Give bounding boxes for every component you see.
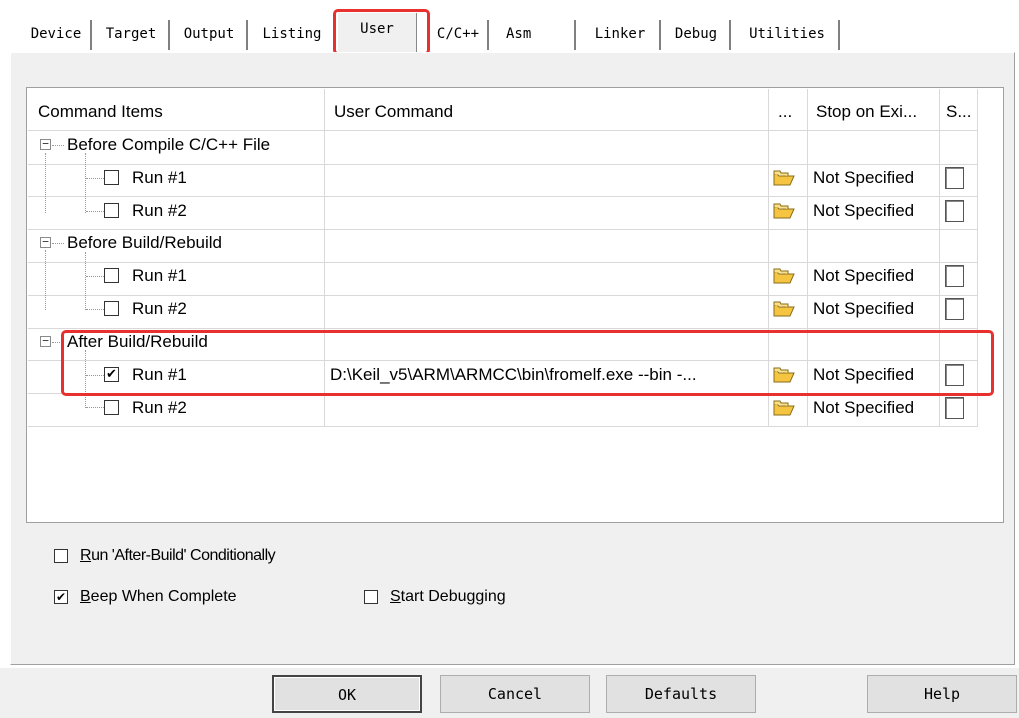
tab-strip: Device Target Output Listing User C/C++ … <box>22 12 1002 54</box>
run-checkbox[interactable]: ✔ <box>104 367 119 382</box>
stop-on-exit-value[interactable]: Not Specified <box>813 398 914 418</box>
group-after-build[interactable]: After Build/Rebuild <box>67 332 208 352</box>
tab-debug[interactable]: Debug <box>663 20 731 50</box>
row-divider <box>28 393 978 394</box>
column-divider <box>768 89 769 427</box>
run-after-build-label[interactable]: Run 'After-Build' Conditionally <box>80 547 276 565</box>
stop-on-exit-value[interactable]: Not Specified <box>813 266 914 286</box>
run-checkbox[interactable] <box>104 268 119 283</box>
run-after-build-text: un 'After-Build' Conditionally <box>91 547 276 564</box>
stop-on-exit-value[interactable]: Not Specified <box>813 365 914 385</box>
run-checkbox[interactable] <box>104 203 119 218</box>
tree-line <box>85 153 86 213</box>
user-command-field[interactable]: D:\Keil_v5\ARM\ARMCC\bin\fromelf.exe --b… <box>330 365 697 385</box>
tree-line <box>86 276 104 277</box>
start-debugging-checkbox[interactable] <box>364 590 378 604</box>
column-divider <box>939 89 940 427</box>
column-divider <box>807 89 808 427</box>
help-button[interactable]: Help <box>867 675 1017 713</box>
tab-output[interactable]: Output <box>172 20 248 50</box>
tab-user[interactable]: User <box>337 12 417 54</box>
defaults-button[interactable]: Defaults <box>606 675 756 713</box>
tab-cpp[interactable]: C/C++ <box>429 20 489 50</box>
tree-line <box>86 375 104 376</box>
group-before-compile[interactable]: Before Compile C/C++ File <box>67 135 270 155</box>
run-label: Run #2 <box>132 201 187 220</box>
run-checkbox[interactable] <box>104 301 119 316</box>
row-divider <box>28 426 978 427</box>
header-stop-on-exit[interactable]: Stop on Exi... <box>816 102 917 122</box>
run-label: Run #1 <box>132 168 187 187</box>
row-divider <box>28 196 978 197</box>
start-debugging-text: tart Debugging <box>400 588 506 605</box>
run-after-build-checkbox[interactable] <box>54 549 68 563</box>
silent-checkbox[interactable] <box>945 265 964 287</box>
row-divider <box>28 262 978 263</box>
tab-device[interactable]: Device <box>22 20 92 50</box>
tree-line <box>85 252 86 310</box>
stop-on-exit-value[interactable]: Not Specified <box>813 299 914 319</box>
beep-text: eep When Complete <box>90 588 237 605</box>
tree-line <box>45 153 46 213</box>
stop-on-exit-value[interactable]: Not Specified <box>813 168 914 188</box>
mnemonic-r: R <box>80 547 92 564</box>
header-user-command[interactable]: User Command <box>334 102 453 122</box>
tree-line <box>86 309 104 310</box>
beep-label[interactable]: Beep When Complete <box>80 588 237 606</box>
tree-line <box>85 350 86 408</box>
browse-folder-icon[interactable] <box>773 202 795 220</box>
collapse-icon[interactable]: − <box>40 236 51 248</box>
collapse-icon[interactable]: − <box>40 335 51 347</box>
tab-linker[interactable]: Linker <box>581 20 661 50</box>
tab-asm[interactable]: Asm <box>494 20 576 50</box>
mnemonic-b: B <box>80 588 91 605</box>
tree-line <box>86 407 104 408</box>
tree-line <box>52 145 64 146</box>
header-browse[interactable]: ... <box>778 102 792 122</box>
column-divider <box>324 89 325 427</box>
tab-utilities[interactable]: Utilities <box>736 20 840 50</box>
tree-line <box>45 250 46 310</box>
silent-checkbox[interactable] <box>945 167 964 189</box>
row-divider <box>28 229 978 230</box>
silent-checkbox[interactable] <box>945 200 964 222</box>
run-label: Run #1 <box>132 365 187 384</box>
tree-line <box>52 243 64 244</box>
browse-folder-icon[interactable] <box>773 169 795 187</box>
browse-folder-icon[interactable] <box>773 366 795 384</box>
run-label: Run #1 <box>132 266 187 285</box>
run-checkbox[interactable] <box>104 400 119 415</box>
tree-line <box>86 211 104 212</box>
tree-line <box>86 178 104 179</box>
tab-asm-label: Asm <box>506 26 532 42</box>
tab-target[interactable]: Target <box>94 20 170 50</box>
header-command-items[interactable]: Command Items <box>38 102 163 122</box>
mnemonic-s: S <box>390 588 401 605</box>
run-checkbox[interactable] <box>104 170 119 185</box>
beep-checkbox[interactable]: ✔ <box>54 590 68 604</box>
silent-checkbox[interactable] <box>945 397 964 419</box>
collapse-icon[interactable]: − <box>40 138 51 150</box>
row-divider <box>28 130 978 131</box>
browse-folder-icon[interactable] <box>773 300 795 318</box>
start-debugging-label[interactable]: Start Debugging <box>390 588 506 606</box>
browse-folder-icon[interactable] <box>773 399 795 417</box>
group-before-build[interactable]: Before Build/Rebuild <box>67 233 222 253</box>
column-divider <box>977 89 978 427</box>
row-divider <box>28 328 978 329</box>
row-divider <box>28 360 978 361</box>
silent-checkbox[interactable] <box>945 364 964 386</box>
browse-folder-icon[interactable] <box>773 267 795 285</box>
row-divider <box>28 295 978 296</box>
ok-button[interactable]: OK <box>272 675 422 713</box>
row-divider <box>28 164 978 165</box>
run-label: Run #2 <box>132 299 187 318</box>
tab-listing[interactable]: Listing <box>250 20 334 50</box>
cancel-button[interactable]: Cancel <box>440 675 590 713</box>
run-label: Run #2 <box>132 398 187 417</box>
header-s[interactable]: S... <box>946 102 972 122</box>
silent-checkbox[interactable] <box>945 298 964 320</box>
tree-line <box>52 342 64 343</box>
stop-on-exit-value[interactable]: Not Specified <box>813 201 914 221</box>
